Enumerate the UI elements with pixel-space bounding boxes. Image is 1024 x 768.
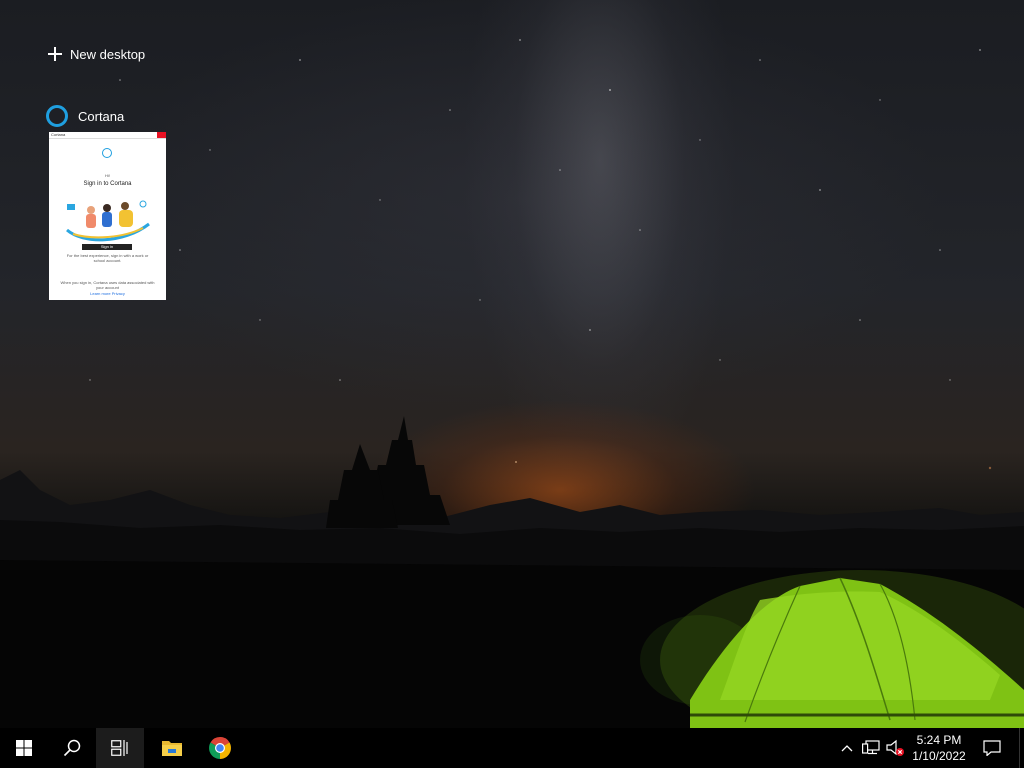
- thumbnail-signin-button: Sign in: [82, 244, 132, 250]
- show-hidden-icons-button[interactable]: [835, 728, 859, 768]
- thumbnail-footer-link: Learn more Privacy: [90, 291, 125, 296]
- folder-icon: [162, 741, 182, 756]
- task-view-icon: [111, 740, 128, 756]
- night-landscape-illustration: [0, 39, 1024, 728]
- taskbar-clock[interactable]: 5:24 PM 1/10/2022: [904, 728, 974, 768]
- action-center-icon: [983, 740, 1001, 756]
- windows-logo-icon: [16, 740, 32, 756]
- thumbnail-cortana-icon: [102, 148, 112, 158]
- show-desktop-button[interactable]: [1019, 728, 1024, 768]
- search-icon: [63, 739, 81, 757]
- task-view-button[interactable]: [96, 728, 144, 768]
- network-icon: [862, 740, 880, 755]
- thumbnail-heading: Sign in to Cortana: [83, 181, 132, 187]
- cortana-window-thumbnail[interactable]: Cortana Hi! Sign in to Cortana Sign in F…: [49, 132, 166, 300]
- taskbar-file-explorer[interactable]: [148, 728, 196, 768]
- plus-icon: [48, 47, 62, 61]
- thumbnail-people-illustration: [66, 200, 150, 242]
- taskbar-google-chrome[interactable]: [196, 728, 244, 768]
- search-button[interactable]: [48, 728, 96, 768]
- action-center-button[interactable]: [976, 728, 1008, 768]
- volume-muted-icon: [886, 739, 904, 756]
- thumbnail-close-icon: [157, 132, 166, 138]
- clock-date: 1/10/2022: [912, 749, 966, 763]
- chevron-up-icon: [841, 745, 853, 752]
- start-button[interactable]: [0, 728, 48, 768]
- window-title: Cortana: [78, 108, 125, 124]
- cortana-ring-icon: [46, 105, 68, 127]
- thumbnail-titlebar-label: Cortana: [51, 132, 66, 137]
- thumbnail-body-text: For the best experience, sign in with a …: [66, 253, 149, 263]
- chrome-icon: [209, 737, 231, 759]
- clock-time: 5:24 PM: [916, 733, 962, 747]
- taskbar: 5:24 PM 1/10/2022: [0, 728, 1024, 768]
- thumbnail-titlebar: Cortana: [49, 132, 166, 139]
- thumbnail-greeting: Hi!: [105, 173, 110, 178]
- new-desktop-button[interactable]: New desktop: [44, 42, 149, 66]
- new-desktop-label: New desktop: [70, 46, 146, 62]
- network-button[interactable]: [859, 728, 883, 768]
- desktop-wallpaper: [0, 0, 1024, 728]
- thumbnail-footer-text: When you sign in, Cortana uses data asso…: [60, 280, 155, 290]
- window-thumbnail-title[interactable]: Cortana: [46, 104, 124, 128]
